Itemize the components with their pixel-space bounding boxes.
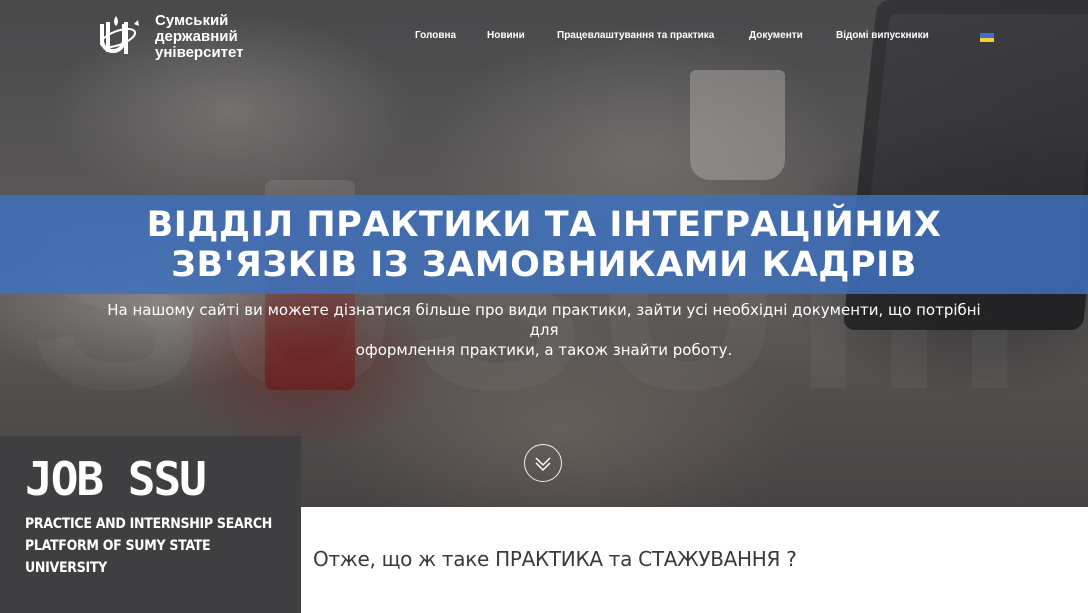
nav-item-graduates[interactable]: Відомі випускники — [836, 30, 929, 41]
job-ssu-subtitle-line-1: PRACTICE AND INTERNSHIP SEARCH — [25, 516, 273, 532]
university-name[interactable]: Сумський державний університет — [155, 13, 244, 61]
logo-line-1: Сумський — [155, 12, 229, 29]
ukrainian-flag-icon[interactable] — [980, 33, 994, 42]
nav-item-documents[interactable]: Документи — [749, 30, 803, 41]
section-heading-mid: та — [602, 547, 639, 571]
section-heading-internship: СТАЖУВАННЯ — [638, 547, 781, 571]
job-ssu-subtitle-line-3: UNIVERSITY — [25, 560, 107, 576]
section-heading-suffix: ? — [780, 547, 797, 571]
page-title-line-2: ЗВ'ЯЗКІВ ІЗ ЗАМОВНИКАМИ КАДРІВ — [171, 245, 917, 285]
chevron-down-icon — [535, 457, 551, 472]
university-logo-icon[interactable] — [96, 14, 142, 62]
hero-subtitle: На нашому сайті ви можете дізнатися біль… — [100, 300, 988, 360]
job-ssu-title: JOB SSU — [25, 452, 207, 506]
page-title: ВІДДІЛ ПРАКТИКИ ТА ІНТЕГРАЦІЙНИХ ЗВ'ЯЗКІ… — [0, 205, 1088, 285]
logo-line-2: державний — [155, 28, 238, 45]
nav-item-news[interactable]: Новини — [487, 30, 525, 41]
page-title-line-1: ВІДДІЛ ПРАКТИКИ ТА ІНТЕГРАЦІЙНИХ — [146, 205, 942, 245]
section-heading-practice: ПРАКТИКА — [495, 547, 603, 571]
hero-subtitle-line-2: оформлення практики, а також знайти робо… — [355, 341, 733, 359]
section-heading-prefix: Отже, що ж таке — [313, 547, 496, 571]
job-ssu-subtitle: PRACTICE AND INTERNSHIP SEARCH PLATFORM … — [25, 513, 295, 579]
section-heading: Отже, що ж таке ПРАКТИКА та СТАЖУВАННЯ ? — [313, 547, 797, 571]
hero-subtitle-line-1: На нашому сайті ви можете дізнатися біль… — [107, 301, 981, 339]
logo-line-3: університет — [155, 44, 244, 61]
nav-item-home[interactable]: Головна — [415, 30, 456, 41]
job-ssu-subtitle-line-2: PLATFORM OF SUMY STATE — [25, 538, 211, 554]
scroll-down-button[interactable] — [524, 444, 562, 482]
nav-item-employment[interactable]: Працевлаштування та практика — [557, 30, 714, 41]
site-header: Сумський державний університет Головна Н… — [0, 0, 1088, 72]
